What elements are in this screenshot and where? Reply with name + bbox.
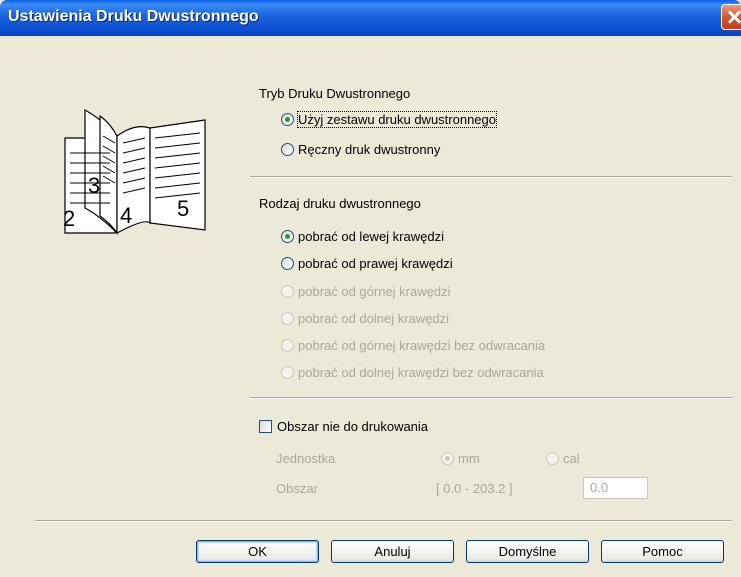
binding-offset-checkbox[interactable]: [259, 420, 272, 433]
unit-mm-label[interactable]: mm: [458, 451, 480, 466]
help-button[interactable]: Pomoc: [601, 540, 724, 563]
top-edge-no-flip-radio[interactable]: [281, 339, 294, 352]
duplex-unit-radio[interactable]: [281, 113, 294, 126]
separator: [250, 176, 732, 178]
bottom-edge-radio[interactable]: [281, 312, 294, 325]
duplex-unit-label[interactable]: Użyj zestawu druku dwustronnego: [297, 111, 497, 128]
page-number-2: 2: [63, 206, 75, 231]
top-edge-no-flip-label[interactable]: pobrać od górnej krawędzi bez odwracania: [298, 338, 545, 353]
bottom-edge-label[interactable]: pobrać od dolnej krawędzi: [298, 311, 449, 326]
title-bar[interactable]: Ustawienia Druku Dwustronnego: [0, 0, 741, 36]
separator: [35, 520, 732, 522]
defaults-button[interactable]: Domyślne: [466, 540, 589, 563]
top-edge-radio[interactable]: [281, 285, 294, 298]
duplex-type-label: Rodzaj druku dwustronnego: [259, 196, 421, 211]
area-range: [ 0.0 - 203.2 ]: [436, 481, 513, 496]
cancel-button[interactable]: Anuluj: [331, 540, 454, 563]
top-edge-label[interactable]: pobrać od górnej krawędzi: [298, 284, 450, 299]
page-number-5: 5: [177, 196, 189, 221]
left-edge-radio[interactable]: [281, 230, 294, 243]
bottom-edge-no-flip-label[interactable]: pobrać od dolnej krawędzi bez odwracania: [298, 365, 544, 380]
unit-label: Jednostka: [276, 451, 336, 466]
binding-offset-label[interactable]: Obszar nie do drukowania: [277, 419, 428, 434]
close-button[interactable]: [721, 4, 741, 30]
manual-duplex-label[interactable]: Ręczny druk dwustronny: [298, 142, 440, 157]
right-edge-radio[interactable]: [281, 257, 294, 270]
right-edge-label[interactable]: pobrać od prawej krawędzi: [298, 256, 453, 271]
unit-mm-radio[interactable]: [441, 452, 454, 465]
unit-inch-label[interactable]: cal: [563, 451, 580, 466]
duplex-mode-label: Tryb Druku Dwustronnego: [259, 86, 411, 101]
left-edge-label[interactable]: pobrać od lewej krawędzi: [298, 229, 444, 244]
area-value-input[interactable]: 0.0: [583, 477, 648, 499]
page-number-4: 4: [120, 203, 132, 228]
window-title: Ustawienia Druku Dwustronnego: [8, 8, 259, 25]
ok-button[interactable]: OK: [196, 540, 319, 563]
duplex-booklet-illustration: 2 3 4 5: [63, 108, 206, 235]
separator: [250, 397, 732, 399]
manual-duplex-radio[interactable]: [281, 143, 294, 156]
area-label: Obszar: [276, 481, 318, 496]
bottom-edge-no-flip-radio[interactable]: [281, 366, 294, 379]
unit-inch-radio[interactable]: [546, 452, 559, 465]
page-number-3: 3: [88, 173, 100, 198]
